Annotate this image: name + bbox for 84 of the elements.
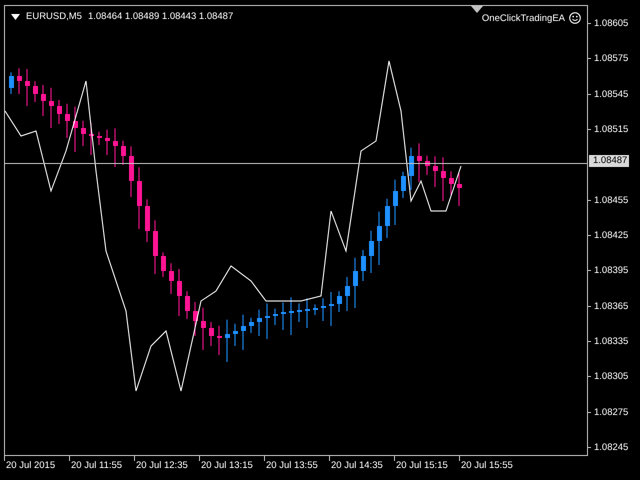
- candlestick: [449, 170, 454, 196]
- candlestick: [225, 319, 230, 362]
- time-tick-label: 20 Jul 15:15: [396, 460, 448, 471]
- candlestick: [393, 179, 398, 226]
- candlestick: [57, 100, 62, 124]
- price-tick-label: 1.08545: [588, 88, 628, 100]
- candlestick: [209, 322, 214, 346]
- candlestick: [281, 302, 286, 330]
- candlestick: [177, 268, 182, 316]
- candlestick: [337, 290, 342, 312]
- candlestick: [241, 314, 246, 350]
- candlestick: [129, 146, 134, 198]
- price-tick-label: 1.08455: [588, 194, 628, 206]
- candlestick: [249, 317, 254, 334]
- candlestick: [401, 171, 406, 198]
- price-tick-label: 1.08245: [588, 442, 628, 453]
- candlestick: [153, 220, 158, 274]
- candlestick: [457, 172, 462, 206]
- candlestick: [417, 142, 422, 182]
- candlestick: [41, 84, 46, 116]
- candlestick: [257, 309, 262, 336]
- candlestick: [73, 106, 78, 152]
- candlestick: [121, 140, 126, 166]
- time-tick-label: 20 Jul 13:55: [266, 460, 318, 471]
- smiley-icon[interactable]: [569, 12, 581, 24]
- chart-shift-marker-icon[interactable]: [471, 6, 483, 13]
- candlestick: [89, 122, 94, 156]
- price-tick-label: 1.08275: [588, 406, 628, 418]
- candlestick: [273, 308, 278, 326]
- candlestick: [169, 262, 174, 294]
- price-tick-label: 1.08365: [588, 300, 628, 312]
- candlestick: [385, 198, 390, 238]
- price-tick-label: 1.08575: [588, 53, 628, 64]
- price-tick-label: 1.08605: [588, 18, 628, 29]
- price-tick-label: 1.08425: [588, 230, 628, 241]
- candlestick: [33, 80, 38, 102]
- current-price-label: 1.08487: [589, 154, 630, 167]
- candlestick: [185, 290, 190, 320]
- candlestick: [113, 128, 118, 168]
- candlestick: [329, 292, 334, 326]
- candlestick: [305, 298, 310, 328]
- candlestick: [193, 302, 198, 336]
- candlestick: [369, 230, 374, 274]
- price-tick-label: 1.08395: [588, 265, 628, 276]
- candlestick: [25, 68, 30, 106]
- candlestick: [97, 131, 102, 146]
- price-tick-label: 1.08515: [588, 124, 628, 135]
- candlestick: [49, 87, 54, 128]
- candlestick: [81, 120, 86, 146]
- candlestick: [313, 304, 318, 316]
- candlestick: [265, 302, 270, 340]
- dropdown-triangle-icon[interactable]: [11, 14, 20, 20]
- candlestick: [433, 156, 438, 188]
- candlestick: [201, 307, 206, 350]
- candlestick: [217, 325, 222, 356]
- price-tick-label: 1.08305: [588, 371, 628, 382]
- candlestick: [145, 198, 150, 242]
- candlestick: [105, 129, 110, 156]
- candlestick: [441, 156, 446, 202]
- candlestick: [161, 252, 166, 278]
- expert-advisor-name: OneClickTradingEA: [482, 12, 565, 24]
- time-tick-label: 20 Jul 13:15: [201, 460, 253, 471]
- price-tick-label: 1.08335: [588, 336, 628, 347]
- candlestick: [321, 298, 326, 322]
- time-tick-label: 20 Jul 12:35: [136, 460, 188, 471]
- time-tick-label: 20 Jul 14:35: [331, 460, 383, 471]
- time-tick-label: 20 Jul 11:55: [71, 460, 122, 471]
- candlestick: [377, 211, 382, 266]
- candlestick: [65, 103, 70, 138]
- candlestick: [289, 296, 294, 336]
- candlestick: [17, 68, 22, 94]
- candlestick: [361, 250, 366, 282]
- candlestick: [9, 72, 14, 94]
- candlestick: [353, 257, 358, 308]
- symbol-label: EURUSD,M5: [26, 11, 82, 23]
- candlestick: [233, 323, 238, 346]
- candlestick: [409, 147, 414, 190]
- candlestick: [425, 155, 430, 176]
- candlestick: [137, 166, 142, 230]
- candlestick: [345, 276, 350, 312]
- candlestick: [297, 302, 302, 322]
- ohlc-values: 1.08464 1.08489 1.08443 1.08487: [88, 11, 234, 23]
- time-tick-label: 20 Jul 15:55: [461, 460, 513, 471]
- time-tick-label: 20 Jul 2015: [6, 460, 56, 471]
